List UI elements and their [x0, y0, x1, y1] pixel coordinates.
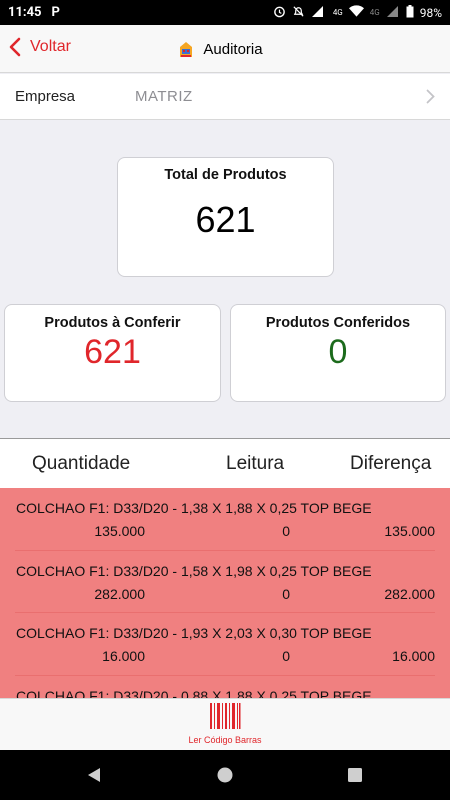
signal-icon — [386, 5, 400, 21]
navigation-bar: Auditoria Voltar — [0, 25, 450, 73]
list-item[interactable]: COLCHAO F1: D33/D20 - 1,58 X 1,98 X 0,25… — [0, 551, 450, 613]
system-navigation-bar — [0, 750, 450, 800]
chevron-left-icon — [9, 37, 21, 57]
product-difference: 282.000 — [384, 585, 435, 602]
network-type-label: 4G — [332, 8, 343, 17]
product-name: COLCHAO F1: D33/D20 - 1,38 X 1,88 X 0,25… — [16, 500, 372, 516]
total-products-card: Total de Produtos 621 — [117, 157, 334, 277]
status-icons: 4G 4G 98% — [273, 4, 442, 21]
system-recents-icon[interactable] — [347, 767, 363, 783]
product-quantity: 282.000 — [94, 585, 145, 602]
column-header-reading: Leitura — [226, 453, 285, 474]
parking-notification-icon: P — [51, 5, 60, 20]
product-quantity: 135.000 — [94, 523, 145, 539]
products-checked-title: Produtos Conferidos — [265, 315, 411, 331]
products-to-check-value: 621 — [84, 333, 141, 371]
products-checked-card: Produtos Conferidos 0 — [230, 304, 446, 402]
product-difference: 16.000 — [392, 648, 435, 664]
list-item[interactable]: COLCHAO F1: D33/D20 - 0,88 X 1,88 X 0,25… — [0, 676, 450, 699]
column-header-difference: Diferença — [350, 453, 432, 474]
column-header-quantity: Quantidade — [32, 453, 131, 474]
back-button[interactable]: Voltar — [8, 37, 71, 57]
back-button-label: Voltar — [30, 38, 71, 55]
list-item[interactable]: COLCHAO F1: D33/D20 - 1,38 X 1,88 X 0,25… — [0, 488, 450, 551]
products-to-check-card: Produtos à Conferir 621 — [4, 304, 221, 402]
bottom-toolbar: Ler Código Barras — [0, 698, 450, 750]
page-title: Auditoria — [203, 40, 263, 58]
scan-barcode-label: Ler Código Barras — [188, 735, 262, 745]
empresa-selector[interactable]: Empresa MATRIZ — [0, 74, 450, 120]
product-difference: 135.000 — [384, 523, 435, 539]
product-name: COLCHAO F1: D33/D20 - 1,93 X 2,03 X 0,30… — [16, 625, 372, 641]
wifi-icon — [348, 5, 364, 20]
products-checked-value: 0 — [328, 333, 348, 371]
product-list[interactable]: COLCHAO F1: D33/D20 - 1,38 X 1,88 X 0,25… — [0, 488, 450, 698]
battery-icon — [406, 4, 414, 21]
network-type-label-2: 4G — [369, 8, 380, 17]
signal-4g-icon — [311, 5, 327, 21]
scan-barcode-button[interactable]: Ler Código Barras — [0, 703, 450, 745]
status-time: 11:45 — [8, 5, 42, 20]
total-products-title: Total de Produtos — [164, 167, 287, 183]
alarm-icon — [273, 5, 286, 21]
barcode-icon — [210, 703, 241, 729]
products-to-check-title: Produtos à Conferir — [44, 315, 181, 331]
mute-icon — [292, 5, 305, 21]
table-header: Quantidade Leitura Diferença — [0, 438, 450, 488]
empresa-value: MATRIZ — [135, 88, 193, 105]
product-reading: 0 — [282, 585, 290, 602]
app-logo-icon — [180, 42, 193, 57]
product-reading: 0 — [282, 523, 290, 539]
status-bar: 11:45 P 4G 4G 98% — [0, 0, 450, 25]
product-reading: 0 — [282, 648, 290, 664]
product-name: COLCHAO F1: D33/D20 - 1,58 X 1,98 X 0,25… — [16, 562, 372, 579]
empresa-label: Empresa — [15, 88, 76, 105]
total-products-value: 621 — [195, 199, 256, 240]
product-name: COLCHAO F1: D33/D20 - 0,88 X 1,88 X 0,25… — [16, 687, 372, 699]
battery-percent: 98% — [419, 5, 442, 20]
system-back-icon[interactable] — [86, 767, 102, 783]
product-quantity: 16.000 — [102, 648, 145, 664]
system-home-icon[interactable] — [217, 767, 233, 783]
chevron-right-icon — [426, 89, 435, 104]
list-item[interactable]: COLCHAO F1: D33/D20 - 1,93 X 2,03 X 0,30… — [0, 613, 450, 676]
